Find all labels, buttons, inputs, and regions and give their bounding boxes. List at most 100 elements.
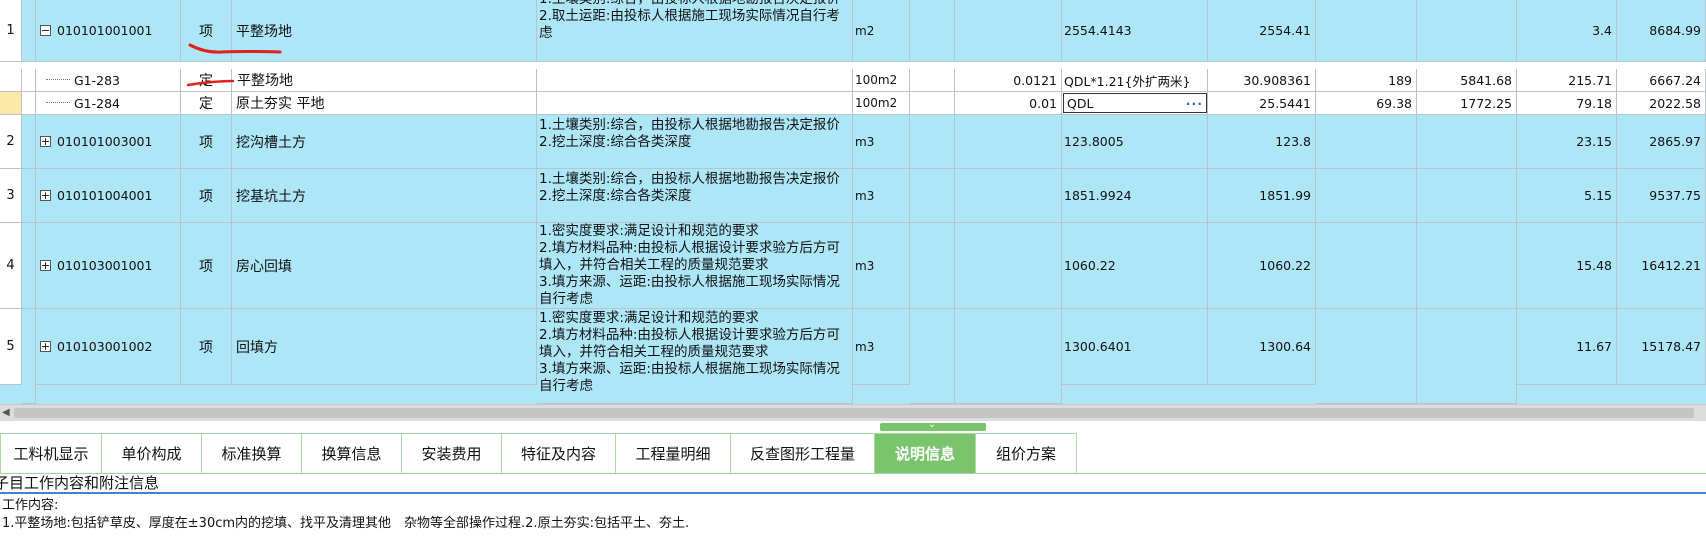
- qty-expr-input[interactable]: QDL: [1067, 96, 1093, 111]
- price-cell[interactable]: [1316, 309, 1417, 404]
- total-cell[interactable]: 2022.58: [1617, 92, 1706, 115]
- total-cell[interactable]: 16412.21: [1617, 223, 1706, 309]
- tab-material-machine[interactable]: 工料机显示: [0, 433, 102, 473]
- sum-cell[interactable]: 5841.68: [1417, 69, 1517, 92]
- name-cell[interactable]: 原土夯实 平地: [232, 92, 537, 115]
- horizontal-scrollbar[interactable]: ◀: [0, 404, 1706, 421]
- sum-cell[interactable]: 1772.25: [1417, 92, 1517, 115]
- code-cell[interactable]: G1-283: [36, 69, 181, 92]
- table-row[interactable]: 5 + 010103001002 项 回填方 1.密实度要求:满足设计和规范的要…: [0, 309, 1706, 404]
- type-cell[interactable]: 项: [181, 115, 232, 169]
- code-cell[interactable]: − 010101001001: [36, 0, 181, 62]
- unit-cell[interactable]: m3: [853, 115, 910, 169]
- unit-price-cell[interactable]: 15.48: [1517, 223, 1617, 309]
- qty-cell[interactable]: 123.8: [1208, 115, 1316, 169]
- tab-features-content[interactable]: 特征及内容: [501, 433, 616, 473]
- unit-price-cell[interactable]: 215.71: [1517, 69, 1617, 92]
- name-cell[interactable]: 挖基坑土方: [232, 169, 537, 223]
- code-cell[interactable]: + 010101003001: [36, 115, 181, 169]
- type-cell[interactable]: 项: [181, 223, 232, 309]
- tab-quantity-detail[interactable]: 工程量明细: [615, 433, 731, 473]
- type-cell[interactable]: 项: [181, 0, 232, 62]
- type-cell[interactable]: 项: [181, 169, 232, 223]
- qty-expr-cell[interactable]: 2554.4143: [1062, 0, 1208, 62]
- unit-cell[interactable]: m3: [853, 223, 910, 309]
- coef-cell[interactable]: [955, 0, 1062, 62]
- table-row-selected[interactable]: G1-284 定 原土夯实 平地 100m2 0.01 QDL ··· 25.5…: [0, 92, 1706, 115]
- price-cell[interactable]: [1316, 115, 1417, 169]
- total-cell[interactable]: 9537.75: [1617, 169, 1706, 223]
- unit-price-cell[interactable]: 3.4: [1517, 0, 1617, 62]
- expand-toggle-icon[interactable]: +: [40, 260, 51, 271]
- tab-conversion-info[interactable]: 换算信息: [301, 433, 402, 473]
- unit-cell[interactable]: 100m2: [853, 92, 910, 115]
- coef-cell[interactable]: [955, 169, 1062, 223]
- qty-cell[interactable]: 1300.64: [1208, 309, 1316, 385]
- sum-cell[interactable]: [1417, 115, 1517, 169]
- features-cell[interactable]: 1.土壤类别:综合，由投标人根据地勘报告决定报价 2.挖土深度:综合各类深度: [537, 115, 853, 169]
- code-cell[interactable]: + 010103001001: [36, 223, 181, 309]
- qty-expr-cell[interactable]: 1060.22: [1062, 223, 1208, 309]
- qty-expr-cell[interactable]: QDL ···: [1062, 92, 1208, 115]
- scroll-left-arrow-icon[interactable]: ◀: [2, 407, 10, 418]
- qty-cell[interactable]: 1060.22: [1208, 223, 1316, 309]
- qty-expr-cell[interactable]: 123.8005: [1062, 115, 1208, 169]
- features-cell[interactable]: 1.密实度要求:满足设计和规范的要求 2.填方材料品种:由投标人根据设计要求验方…: [537, 309, 853, 404]
- name-cell[interactable]: 房心回填: [232, 223, 537, 309]
- tab-description-info[interactable]: 说明信息: [874, 433, 976, 473]
- unit-cell[interactable]: m2: [853, 0, 910, 62]
- table-row[interactable]: 2 + 010101003001 项 挖沟槽土方 1.土壤类别:综合，由投标人根…: [0, 115, 1706, 169]
- qty-cell[interactable]: 25.5441: [1208, 92, 1316, 115]
- price-cell[interactable]: [1316, 169, 1417, 223]
- features-cell[interactable]: [537, 92, 853, 115]
- tab-pricing-scheme[interactable]: 组价方案: [975, 433, 1077, 473]
- tab-installation-cost[interactable]: 安装费用: [401, 433, 502, 473]
- sum-cell[interactable]: [1417, 309, 1517, 404]
- type-cell[interactable]: 项: [181, 309, 232, 385]
- sum-cell[interactable]: [1417, 223, 1517, 309]
- tab-reverse-graphic-quantity[interactable]: 反查图形工程量: [730, 433, 875, 473]
- qty-expr-cell[interactable]: QDL*1.21{外扩两米}: [1062, 69, 1208, 92]
- name-cell[interactable]: 平整场地: [232, 0, 537, 62]
- chevron-down-icon[interactable]: ⌄: [928, 419, 936, 430]
- table-row[interactable]: 3 + 010101004001 项 挖基坑土方 1.土壤类别:综合，由投标人根…: [0, 169, 1706, 223]
- qty-cell[interactable]: 30.908361: [1208, 69, 1316, 92]
- coef-cell[interactable]: 0.01: [955, 92, 1062, 115]
- type-cell[interactable]: 定: [181, 92, 232, 115]
- unit-cell[interactable]: m3: [853, 169, 910, 223]
- qty-cell[interactable]: 2554.41: [1208, 0, 1316, 62]
- total-cell[interactable]: 6667.24: [1617, 69, 1706, 92]
- unit-cell[interactable]: m3: [853, 309, 910, 385]
- table-row[interactable]: G1-283 定 平整场地 100m2 0.0121 QDL*1.21{外扩两米…: [0, 69, 1706, 92]
- qty-expr-cell[interactable]: 1300.6401: [1062, 309, 1208, 385]
- price-cell[interactable]: 189: [1316, 69, 1417, 92]
- unit-price-cell[interactable]: 79.18: [1517, 92, 1617, 115]
- unit-price-cell[interactable]: 11.67: [1517, 309, 1617, 385]
- code-cell[interactable]: + 010103001002: [36, 309, 181, 385]
- table-row[interactable]: 4 + 010103001001 项 房心回填 1.密实度要求:满足设计和规范的…: [0, 223, 1706, 309]
- scrollbar-thumb[interactable]: [14, 408, 1694, 418]
- expand-toggle-icon[interactable]: +: [40, 190, 51, 201]
- sum-cell[interactable]: [1417, 0, 1517, 62]
- coef-cell[interactable]: [955, 223, 1062, 309]
- coef-cell[interactable]: [955, 309, 1062, 404]
- unit-price-cell[interactable]: 5.15: [1517, 169, 1617, 223]
- expand-toggle-icon[interactable]: +: [40, 341, 51, 352]
- features-cell[interactable]: [537, 69, 853, 92]
- type-cell[interactable]: 定: [181, 69, 232, 92]
- qty-cell[interactable]: 1851.99: [1208, 169, 1316, 223]
- unit-price-cell[interactable]: 23.15: [1517, 115, 1617, 169]
- expand-toggle-icon[interactable]: +: [40, 136, 51, 147]
- panel-splitter-handle[interactable]: ⌄: [880, 419, 986, 431]
- price-cell[interactable]: 69.38: [1316, 92, 1417, 115]
- code-cell[interactable]: + 010101004001: [36, 169, 181, 223]
- features-cell[interactable]: 1.密实度要求:满足设计和规范的要求 2.填方材料品种:由投标人根据设计要求验方…: [537, 223, 853, 309]
- coef-cell[interactable]: [955, 115, 1062, 169]
- total-cell[interactable]: 2865.97: [1617, 115, 1706, 169]
- ellipsis-icon[interactable]: ···: [1186, 96, 1203, 111]
- table-row[interactable]: 1 − 010101001001 项 平整场地 1.土壤类别:综合，由投标人根据…: [0, 0, 1706, 62]
- features-cell[interactable]: 1.土壤类别:综合，由投标人根据地勘报告决定报价 2.取土运距:由投标人根据施工…: [537, 0, 853, 62]
- qty-expr-editor[interactable]: QDL ···: [1063, 93, 1207, 113]
- total-cell[interactable]: 15178.47: [1617, 309, 1706, 385]
- name-cell[interactable]: 挖沟槽土方: [232, 115, 537, 169]
